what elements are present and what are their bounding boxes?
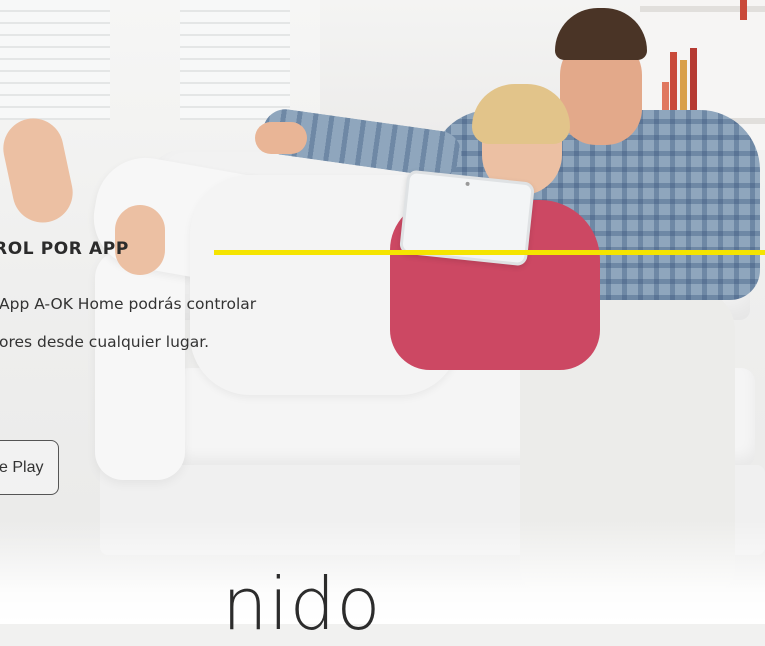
tablet-camera — [465, 181, 470, 187]
section-heading: nido — [222, 562, 382, 646]
bottom-fade — [0, 520, 765, 624]
window-blinds — [0, 0, 320, 120]
google-play-badge[interactable]: e Play — [0, 440, 59, 495]
accent-line — [214, 250, 765, 255]
man-hand — [255, 122, 307, 154]
feature-description: App A-OK Home podrás controlar ores desd… — [0, 285, 379, 361]
feature-description-line: ores desde cualquier lugar. — [0, 333, 210, 351]
feature-description-line: App A-OK Home podrás controlar — [0, 295, 257, 313]
google-play-label: e Play — [0, 458, 44, 476]
feature-title: ROL POR APP — [0, 239, 129, 259]
